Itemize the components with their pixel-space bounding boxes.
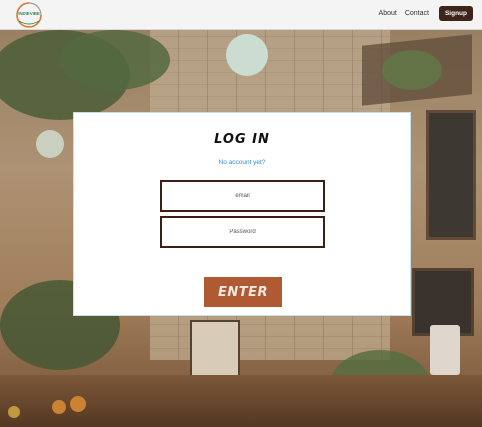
signup-button[interactable]: Signup xyxy=(438,6,473,21)
no-account-link[interactable]: No account yet? xyxy=(74,159,410,166)
login-card: LOG IN No account yet? ENTER xyxy=(73,112,411,316)
logo-text: INDIEVIBE xyxy=(18,11,40,16)
top-nav: About Contact Signup xyxy=(379,6,473,21)
enter-button[interactable]: ENTER xyxy=(204,277,282,307)
site-header: INDIEVIBE About Contact Signup xyxy=(0,0,482,30)
nav-link-about[interactable]: About xyxy=(379,10,397,17)
site-logo[interactable]: INDIEVIBE xyxy=(9,1,49,28)
email-field[interactable] xyxy=(160,180,325,212)
login-title: LOG IN xyxy=(214,132,270,147)
password-field[interactable] xyxy=(160,216,325,248)
nav-link-contact[interactable]: Contact xyxy=(405,10,429,17)
